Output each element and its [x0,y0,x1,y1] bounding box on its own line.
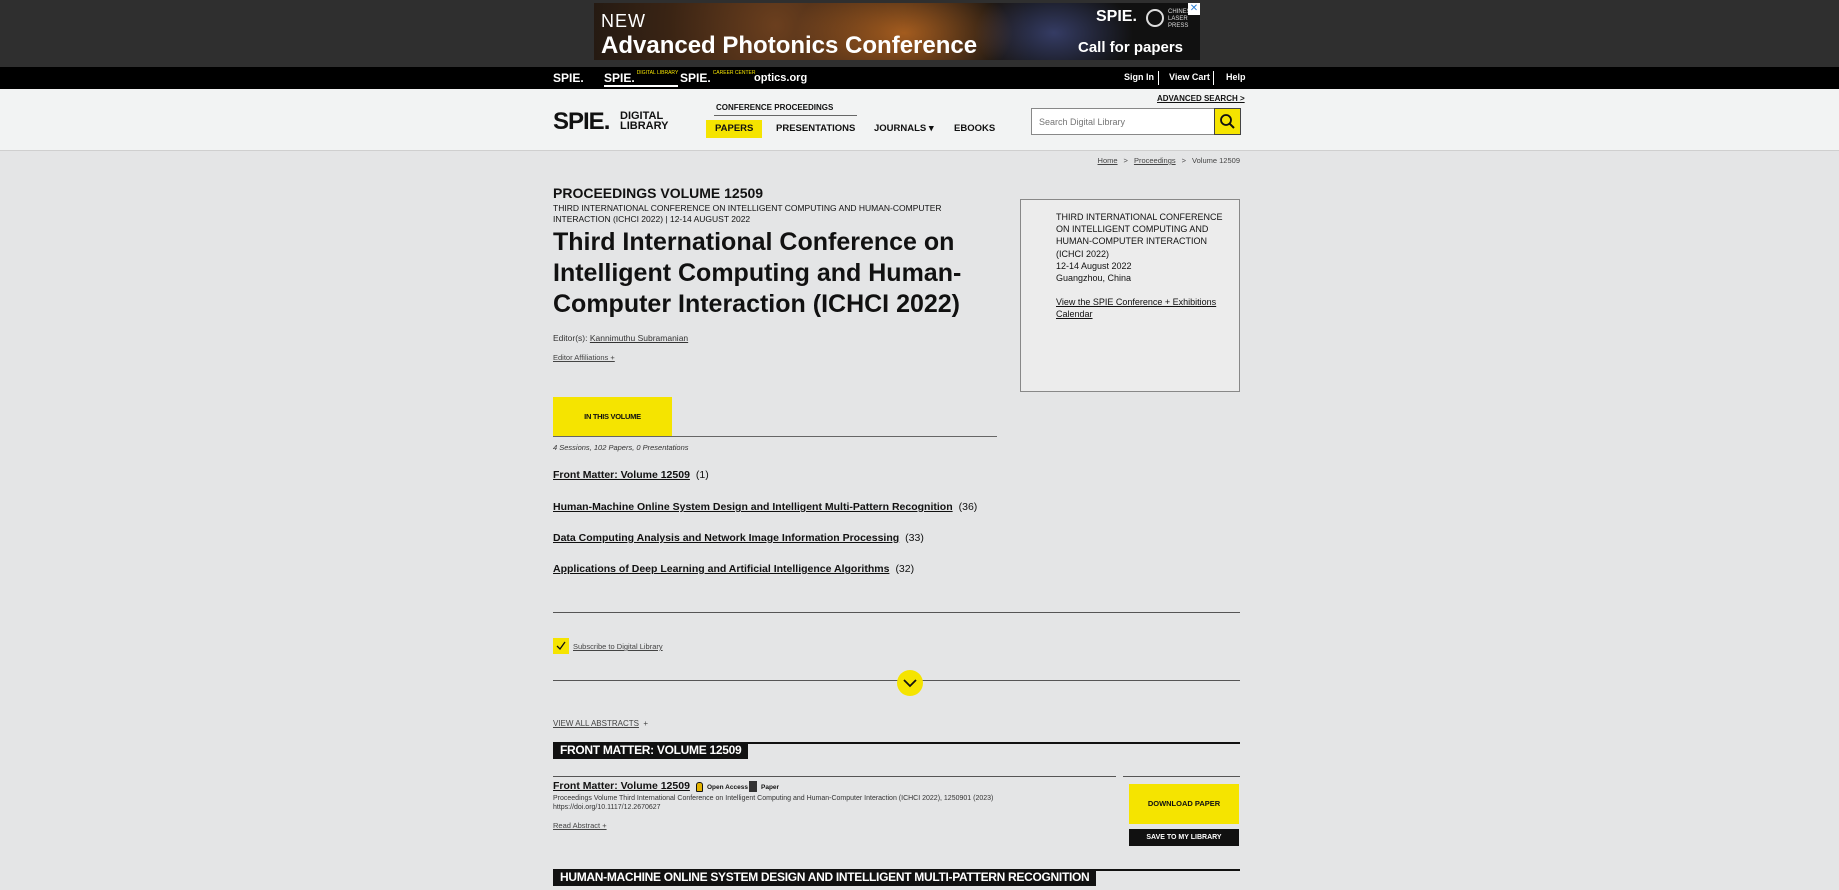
paper-divider [1123,776,1240,777]
conference-subtitle: THIRD INTERNATIONAL CONFERENCE ON INTELL… [553,203,942,224]
expand-button[interactable] [897,670,923,696]
session-link[interactable]: Human-Machine Online System Design and I… [553,501,953,513]
subscribe-checkbox[interactable] [553,638,569,654]
nav-divider [1213,71,1214,85]
session-link[interactable]: Front Matter: Volume 12509 [553,469,690,481]
editors-line: Editor(s): Kannimuthu Subramanian [553,333,689,343]
ad-title: Advanced Photonics Conference [601,32,978,59]
open-access-label: Open Access [707,784,748,791]
nav-divider [1158,71,1159,85]
optics-org-link[interactable]: optics.org [754,72,807,84]
divider [553,612,1240,613]
breadcrumb: Home > Proceedings > Volume 12509 [1097,156,1240,165]
spie-digital-library-link[interactable]: SPIE. DIGITAL LIBRARY [604,71,679,87]
chevron-down-icon [903,679,917,688]
list-item: Human-Machine Online System Design and I… [553,501,978,513]
ad-banner-strip: NEW Advanced Photonics Conference SPIE. … [0,0,1839,67]
view-cart-link[interactable]: View Cart [1169,72,1210,82]
info-location: Guangzhou, China [1056,273,1132,283]
save-to-library-button[interactable]: SAVE TO MY LIBRARY [1129,829,1239,846]
in-volume-divider [553,436,997,437]
editor-affiliations-toggle[interactable]: Editor Affiliations + [553,353,615,362]
ad-cta: Call for papers [1078,39,1184,56]
tab-ebooks[interactable]: EBOOKS [954,120,995,138]
section-heading: FRONT MATTER: VOLUME 12509 [553,742,749,759]
list-item: Applications of Deep Learning and Artifi… [553,563,915,575]
proceedings-volume-label: PROCEEDINGS VOLUME 12509 [553,185,764,201]
paper-title-link[interactable]: Front Matter: Volume 12509 [553,780,690,792]
conf-proc-underline [714,115,857,116]
info-conf-name: THIRD INTERNATIONAL CONFERENCE ON INTELL… [1056,212,1223,259]
spie-career-center-link[interactable]: SPIE. CAREER CENTER [680,71,755,86]
sign-in-link[interactable]: Sign In [1124,72,1154,82]
search-input[interactable] [1032,109,1214,134]
section-heading: HUMAN-MACHINE ONLINE SYSTEM DESIGN AND I… [553,869,1097,886]
paper-citation: Proceedings Volume Third International C… [553,795,994,802]
top-nav: SPIE. SPIE. DIGITAL LIBRARY SPIE. CAREER C… [0,67,1839,89]
open-access-icon [696,782,703,792]
site-header: SPIE. DIGITAL LIBRARY CONFERENCE PROCEED… [0,89,1839,151]
digital-library-logo[interactable]: DIGITAL LIBRARY [620,111,668,132]
search-icon [1220,114,1235,129]
breadcrumb-current: Volume 12509 [1192,156,1240,165]
page-title: Third International Conference on Intell… [553,228,962,318]
paper-divider [553,776,1116,777]
editor-link[interactable]: Kannimuthu Subramanian [590,333,688,343]
conference-proceedings-label[interactable]: CONFERENCE PROCEEDINGS [716,103,833,112]
info-dates: 12-14 August 2022 [1056,261,1132,271]
spie-logo[interactable]: SPIE. [553,108,610,136]
download-paper-button[interactable]: DOWNLOAD PAPER [1129,784,1239,824]
search-box [1031,108,1215,135]
ad-close-icon[interactable]: ✕ [1188,3,1200,15]
advanced-search-link[interactable]: ADVANCED SEARCH > [1157,94,1245,103]
ad-new-label: NEW [601,11,646,31]
calendar-link[interactable]: View the SPIE Conference + Exhibitions C… [1056,296,1226,320]
tab-presentations[interactable]: PRESENTATIONS [776,120,855,138]
session-link[interactable]: Applications of Deep Learning and Artifi… [553,563,889,575]
ad-banner[interactable]: NEW Advanced Photonics Conference SPIE. … [594,3,1200,60]
view-all-abstracts[interactable]: VIEW ALL ABSTRACTS + [553,719,648,728]
conference-info-box: THIRD INTERNATIONAL CONFERENCE ON INTELL… [1020,199,1240,392]
in-this-volume-tab[interactable]: IN THIS VOLUME [553,397,672,437]
list-item: Front Matter: Volume 12509 (1) [553,469,709,481]
tab-papers[interactable]: PAPERS [706,120,763,138]
read-abstract-toggle[interactable]: Read Abstract + [553,821,607,830]
breadcrumb-home[interactable]: Home [1098,156,1118,165]
paper-icon [749,781,757,792]
checkmark-icon [556,641,566,651]
paper-type-label: Paper [761,784,780,791]
sessions-summary: 4 Sessions, 102 Papers, 0 Presentations [553,443,689,452]
list-item: Data Computing Analysis and Network Imag… [553,532,924,544]
session-link[interactable]: Data Computing Analysis and Network Imag… [553,532,899,544]
search-button[interactable] [1214,108,1241,135]
spie-home-link[interactable]: SPIE. [553,71,584,85]
paper-doi[interactable]: https://doi.org/10.1117/12.2670627 [553,804,661,811]
subscribe-link[interactable]: Subscribe to Digital Library [573,642,663,651]
tab-journals[interactable]: JOURNALS ▾ [874,120,934,138]
help-link[interactable]: Help [1226,72,1246,82]
breadcrumb-proceedings[interactable]: Proceedings [1134,156,1176,165]
chinese-laser-press-icon [1146,9,1164,27]
ad-spie-logo: SPIE. [1096,8,1137,25]
